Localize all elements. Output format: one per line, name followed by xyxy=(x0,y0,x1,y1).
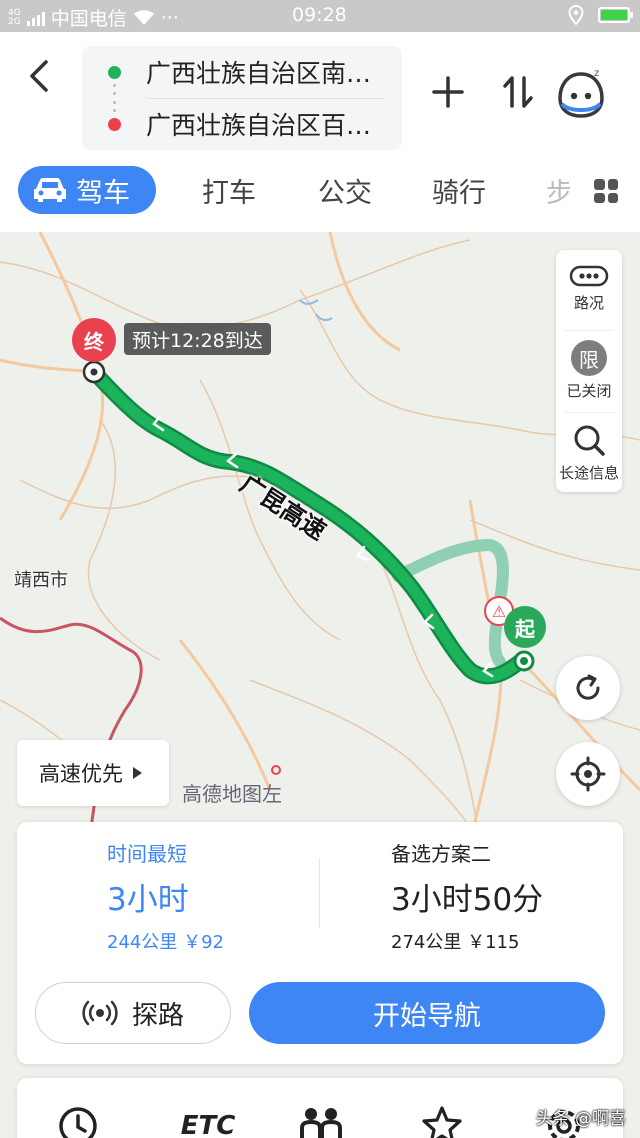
bottom-toolbar: ETC xyxy=(17,1078,623,1138)
carrier-name: 中国电信 xyxy=(50,8,127,30)
locate-icon xyxy=(570,756,606,792)
start-navigation-button[interactable]: 开始导航 xyxy=(249,982,605,1044)
origin-dot xyxy=(108,65,121,79)
long-trip-info-button[interactable]: 长途信息 xyxy=(556,422,622,483)
tab-bus[interactable]: 公交 xyxy=(318,166,372,214)
clock-icon xyxy=(59,1107,97,1138)
plan-name: 时间最短 xyxy=(107,842,187,866)
map-layer-panel: 路况 限 已关闭 长途信息 xyxy=(556,250,622,492)
back-button[interactable] xyxy=(20,54,60,98)
clock: 09:28 xyxy=(292,4,347,26)
tab-taxi-label: 打车 xyxy=(202,177,256,209)
origin-text: 广西壮族自治区南… xyxy=(146,59,372,88)
status-bar: 4G 2G 中国电信 ··· 09:28 xyxy=(0,0,640,32)
broadcast-icon xyxy=(82,1000,118,1026)
wifi-icon xyxy=(133,9,154,25)
plan-divider xyxy=(319,858,320,928)
amap-logo: 高德地图左 xyxy=(182,778,282,807)
locate-button[interactable] xyxy=(556,742,620,806)
refresh-route-button[interactable] xyxy=(556,656,620,720)
traffic-label: 路况 xyxy=(573,294,604,312)
plan-distance-cost: 274公里 ￥115 xyxy=(391,932,520,953)
restriction-icon: 限 xyxy=(571,340,607,376)
add-waypoint-button[interactable] xyxy=(428,72,468,112)
tab-taxi[interactable]: 打车 xyxy=(202,166,256,214)
plan-name: 备选方案二 xyxy=(391,842,491,866)
explore-route-label: 探路 xyxy=(131,1000,184,1031)
swap-route-button[interactable] xyxy=(498,72,538,112)
logo-place-text: 左 xyxy=(262,782,282,806)
team-trip-button[interactable] xyxy=(293,1106,349,1138)
battery-icon xyxy=(598,7,633,23)
refresh-icon xyxy=(576,674,600,700)
destination-field[interactable]: 广西壮族自治区百… xyxy=(82,98,402,150)
eta-label: 预计12:28到达 xyxy=(124,323,271,355)
route-plans-card: 时间最短 3小时 244公里 ￥92 备选方案二 3小时50分 274公里 ￥1… xyxy=(17,822,623,1064)
plan-distance-cost: 244公里 ￥92 xyxy=(107,932,224,953)
tab-walk-label: 步 xyxy=(546,177,570,209)
traffic-icon xyxy=(569,265,609,287)
destination-dot xyxy=(108,117,121,131)
swap-icon xyxy=(503,76,533,108)
logo-text: 高德地图 xyxy=(182,782,262,806)
route-input-box: 广西壮族自治区南… 广西壮族自治区百… xyxy=(82,46,402,150)
network-type: 4G 2G xyxy=(8,7,21,27)
traffic-toggle[interactable]: 路况 xyxy=(556,264,622,313)
etc-button[interactable]: ETC xyxy=(173,1106,243,1138)
destination-text: 广西壮族自治区百… xyxy=(146,111,372,140)
travel-mode-tabs: 驾车 打车 公交 骑行 步 xyxy=(0,166,640,226)
route-preference-button[interactable]: 高速优先 xyxy=(17,740,169,806)
plan-option-1[interactable]: 时间最短 3小时 244公里 ￥92 xyxy=(107,822,307,962)
people-icon xyxy=(300,1108,342,1138)
route-preference-label: 高速优先 xyxy=(39,762,123,786)
tab-bike[interactable]: 骑行 xyxy=(432,166,486,214)
tab-drive[interactable]: 驾车 xyxy=(18,166,156,214)
car-icon xyxy=(34,178,66,202)
origin-marker[interactable]: 起 xyxy=(504,606,546,648)
restriction-label: 已关闭 xyxy=(566,382,612,400)
mascot-icon: z xyxy=(558,68,604,118)
destination-marker[interactable]: 终 xyxy=(72,318,116,362)
tab-bike-label: 骑行 xyxy=(432,177,486,209)
search-icon xyxy=(574,425,605,456)
more-dots: ··· xyxy=(160,6,179,29)
etc-label: ETC xyxy=(180,1111,236,1138)
plan-duration: 3小时50分 xyxy=(391,882,544,918)
grid-menu-icon[interactable] xyxy=(594,179,618,203)
origin-field[interactable]: 广西壮族自治区南… xyxy=(82,46,402,98)
tab-walk[interactable]: 步 xyxy=(546,166,570,214)
departure-time-button[interactable] xyxy=(53,1106,103,1138)
watermark: 头条 @啊喜 xyxy=(535,1109,626,1129)
long-trip-info-label: 长途信息 xyxy=(558,464,619,482)
svg-text:z: z xyxy=(594,68,599,79)
plan-option-2[interactable]: 备选方案二 3小时50分 274公里 ￥115 xyxy=(391,822,611,962)
route-header: 广西壮族自治区南… 广西壮族自治区百… z 驾车 打车 公交 骑行 步 xyxy=(0,32,640,232)
plan-duration: 3小时 xyxy=(107,882,189,918)
tab-bus-label: 公交 xyxy=(318,177,372,209)
star-icon xyxy=(422,1106,462,1138)
signal-icon xyxy=(26,10,45,26)
plus-icon xyxy=(432,76,464,108)
explore-route-button[interactable]: 探路 xyxy=(35,982,231,1044)
start-navigation-label: 开始导航 xyxy=(373,1000,481,1032)
tab-drive-label: 驾车 xyxy=(76,177,130,209)
favorite-button[interactable] xyxy=(417,1106,467,1138)
restriction-toggle[interactable]: 限 已关闭 xyxy=(556,340,622,401)
location-icon xyxy=(568,5,584,25)
chevron-right-icon xyxy=(133,767,142,779)
voice-assistant-button[interactable]: z xyxy=(556,66,606,118)
place-label: 靖西市 xyxy=(14,570,68,591)
back-arrow-icon xyxy=(30,60,48,92)
